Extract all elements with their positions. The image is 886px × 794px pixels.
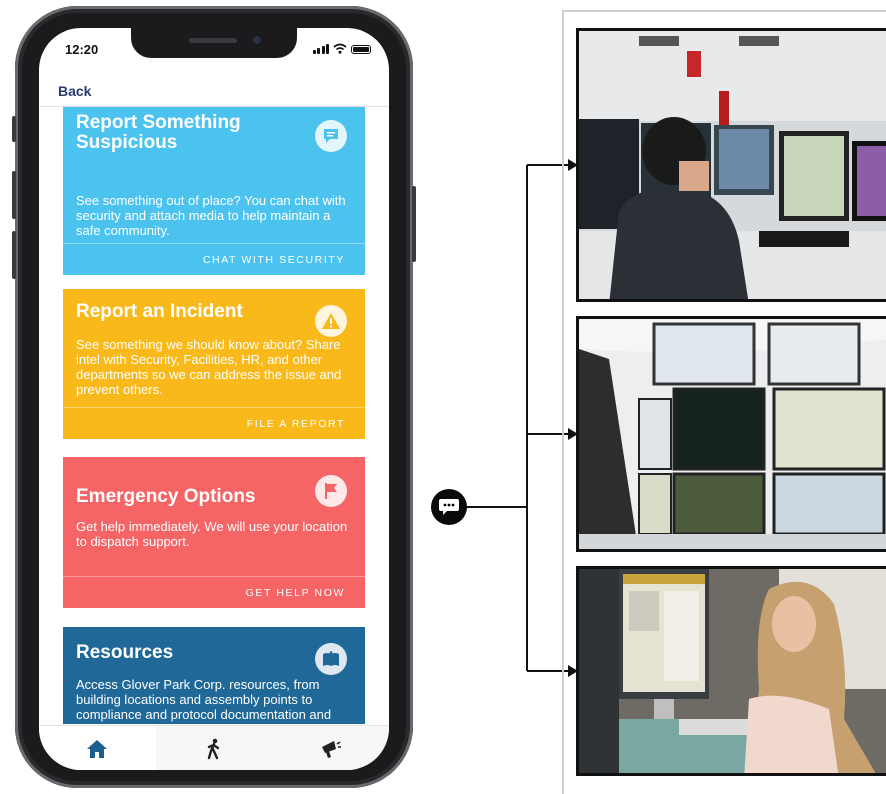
chat-icon	[431, 489, 467, 525]
security-operator-photo	[576, 28, 886, 302]
monitoring-wall-photo	[576, 316, 886, 552]
analyst-workstation-photo	[576, 566, 886, 776]
